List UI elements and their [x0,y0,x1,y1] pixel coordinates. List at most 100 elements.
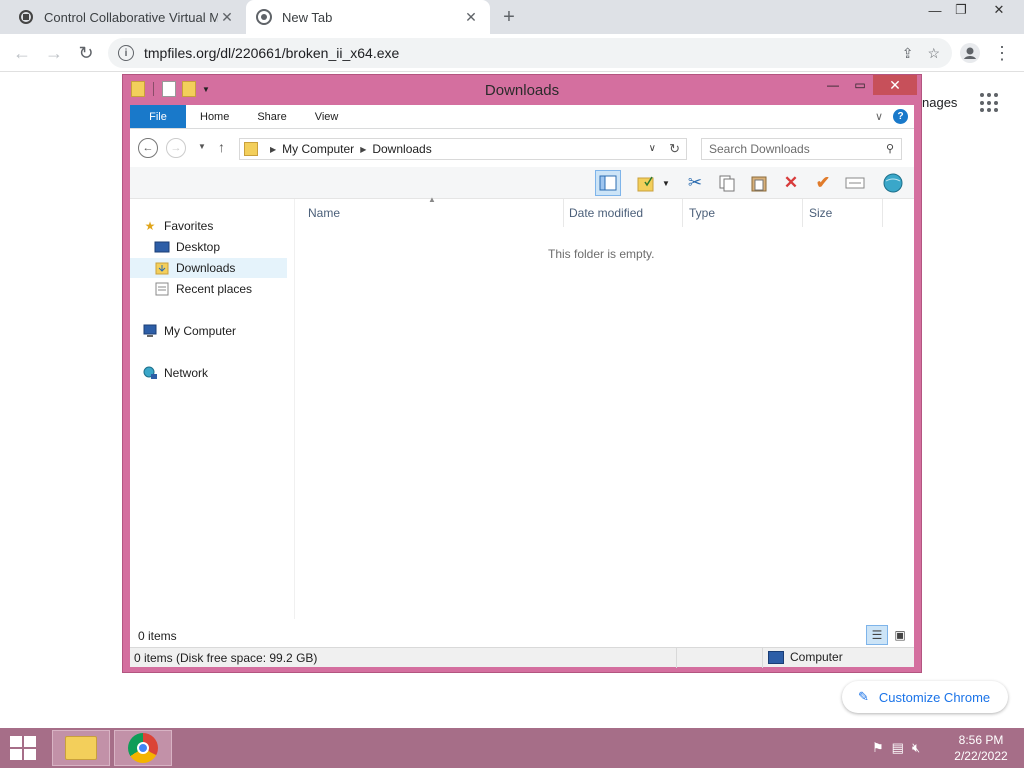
copy-icon[interactable] [714,170,740,196]
up-icon[interactable]: ↑ [218,139,225,155]
address-bar[interactable]: i tmpfiles.org/dl/220661/broken_ii_x64.e… [108,38,952,68]
taskbar: ⚑ ▤ 🔇︎ 8:56 PM 2/22/2022 [0,728,1024,768]
cut-icon[interactable]: ✂ [682,170,708,196]
tab-file[interactable]: File [130,105,186,128]
tab-control-collaborative[interactable]: Control Collaborative Virtual Ma ✕ [8,0,246,34]
pencil-icon: ✎ [858,689,869,704]
command-bar: ▼ ✂ ✕ ✔ [130,167,914,199]
close-tab-icon[interactable]: ✕ [218,8,236,26]
close-window-icon[interactable]: ✕ [982,0,1016,20]
nav-network[interactable]: Network [130,363,287,383]
volume-muted-icon[interactable]: 🔇︎ [912,740,920,756]
action-center-flag-icon[interactable]: ⚑ [872,740,884,756]
nav-downloads[interactable]: Downloads [130,258,287,278]
customize-chrome-button[interactable]: ✎ Customize Chrome [842,681,1008,713]
delete-icon[interactable]: ✕ [778,170,804,196]
vm-icon [18,9,34,25]
site-info-icon[interactable]: i [118,45,134,61]
folder-icon [244,142,258,156]
ribbon-tabs: File Home Share View ∨ ? [130,105,914,129]
taskbar-file-explorer[interactable] [52,730,110,766]
google-apps-icon[interactable] [980,93,1000,113]
search-placeholder: Search Downloads [709,142,810,156]
profile-icon[interactable] [958,41,982,65]
taskbar-chrome[interactable] [114,730,172,766]
select-folder-icon[interactable] [634,170,660,196]
explorer-titlebar[interactable]: ▼ Downloads — ▭ ✕ [123,75,921,105]
item-count: 0 items [138,629,177,643]
star-icon: ★ [144,219,156,233]
explorer-body: File Home Share View ∨ ? ← → ▼ ↑ ▶ My Co… [130,105,914,668]
select-dropdown-icon[interactable]: ▼ [658,170,674,196]
chrome-menu-icon[interactable]: ⋮ [990,41,1014,65]
back-icon[interactable]: ← [138,138,158,158]
desktop-icon [154,240,170,254]
folder-icon [65,736,97,760]
maximize-icon[interactable]: ▭ [847,75,873,95]
nav-recent-places[interactable]: Recent places [130,279,287,299]
nav-favorites[interactable]: ★ Favorites [130,216,287,236]
address-dropdown-icon[interactable]: ∨ [649,143,656,154]
share-icon[interactable]: ⇪ [902,45,914,62]
properties-icon[interactable] [842,170,868,196]
column-name[interactable]: Name [302,199,564,227]
status-bar: 0 items (Disk free space: 99.2 GB) Compu… [130,647,914,668]
computer-icon [768,650,784,664]
new-tab-button[interactable]: + [498,6,520,28]
minimize-icon[interactable]: — [819,75,847,95]
tab-title: New Tab [282,9,333,25]
globe-icon[interactable] [880,170,906,196]
close-tab-icon[interactable]: ✕ [462,8,480,26]
recent-locations-icon[interactable]: ▼ [198,142,206,151]
status-free-space: 0 items (Disk free space: 99.2 GB) [134,651,318,665]
tab-home[interactable]: Home [186,105,243,128]
system-tray: ⚑ ▤ 🔇︎ [872,740,920,756]
explorer-address-bar[interactable]: ▶ My Computer ▶ Downloads ∨ ↻ [239,138,687,160]
window-title: Downloads [484,82,560,99]
windows-start-icon[interactable] [10,736,38,760]
tab-new-tab[interactable]: New Tab ✕ [246,0,490,34]
tab-view[interactable]: View [301,105,353,128]
nav-desktop[interactable]: Desktop [130,237,287,257]
forward-icon[interactable]: → [166,138,186,158]
chrome-icon [256,9,272,25]
forward-icon[interactable]: → [42,41,66,65]
expand-ribbon-icon[interactable]: ∨ [875,110,883,123]
paste-icon[interactable] [746,170,772,196]
tab-share[interactable]: Share [243,105,300,128]
back-icon[interactable]: ← [10,41,34,65]
search-input[interactable]: Search Downloads ⚲ [701,138,902,160]
column-size[interactable]: Size [803,199,883,227]
address-row: ← → ▼ ↑ ▶ My Computer ▶ Downloads ∨ ↻ Se… [130,129,914,167]
explorer-window: ▼ Downloads — ▭ ✕ File Home Share View ∨… [122,74,922,673]
rename-check-icon[interactable]: ✔ [810,170,836,196]
bookmark-star-icon[interactable]: ☆ [927,45,940,62]
large-icons-view-icon[interactable]: ▣ [889,625,911,645]
chrome-icon [128,733,158,763]
clock-time: 8:56 PM [958,733,1004,747]
clock[interactable]: 8:56 PM 2/22/2022 [944,732,1018,764]
preview-pane-icon[interactable] [595,170,621,196]
network-icon [142,366,158,380]
clock-date: 2/22/2022 [954,749,1008,763]
reload-icon[interactable]: ↻ [74,41,98,65]
restore-icon[interactable]: ❐ [944,0,978,20]
network-tray-icon[interactable]: ▤ [892,740,904,756]
breadcrumb-downloads[interactable]: Downloads [372,142,431,156]
nav-my-computer[interactable]: My Computer [130,321,287,341]
breadcrumb-my-computer[interactable]: My Computer [282,142,354,156]
computer-icon [142,324,158,338]
customize-label: Customize Chrome [878,689,991,705]
column-date-modified[interactable]: Date modified [563,199,683,227]
images-link[interactable]: nages [922,95,957,110]
tab-strip: Control Collaborative Virtual Ma ✕ New T… [0,0,1024,34]
column-type[interactable]: Type [683,199,803,227]
url-text[interactable]: tmpfiles.org/dl/220661/broken_ii_x64.exe [144,45,902,61]
downloads-folder-icon [154,261,170,275]
status-zone: Computer [768,650,843,664]
close-icon[interactable]: ✕ [873,75,917,95]
details-view-icon[interactable]: ☰ [866,625,888,645]
refresh-icon[interactable]: ↻ [669,141,680,157]
help-icon[interactable]: ? [893,109,908,124]
browser-toolbar: ← → ↻ i tmpfiles.org/dl/220661/broken_ii… [0,34,1024,72]
